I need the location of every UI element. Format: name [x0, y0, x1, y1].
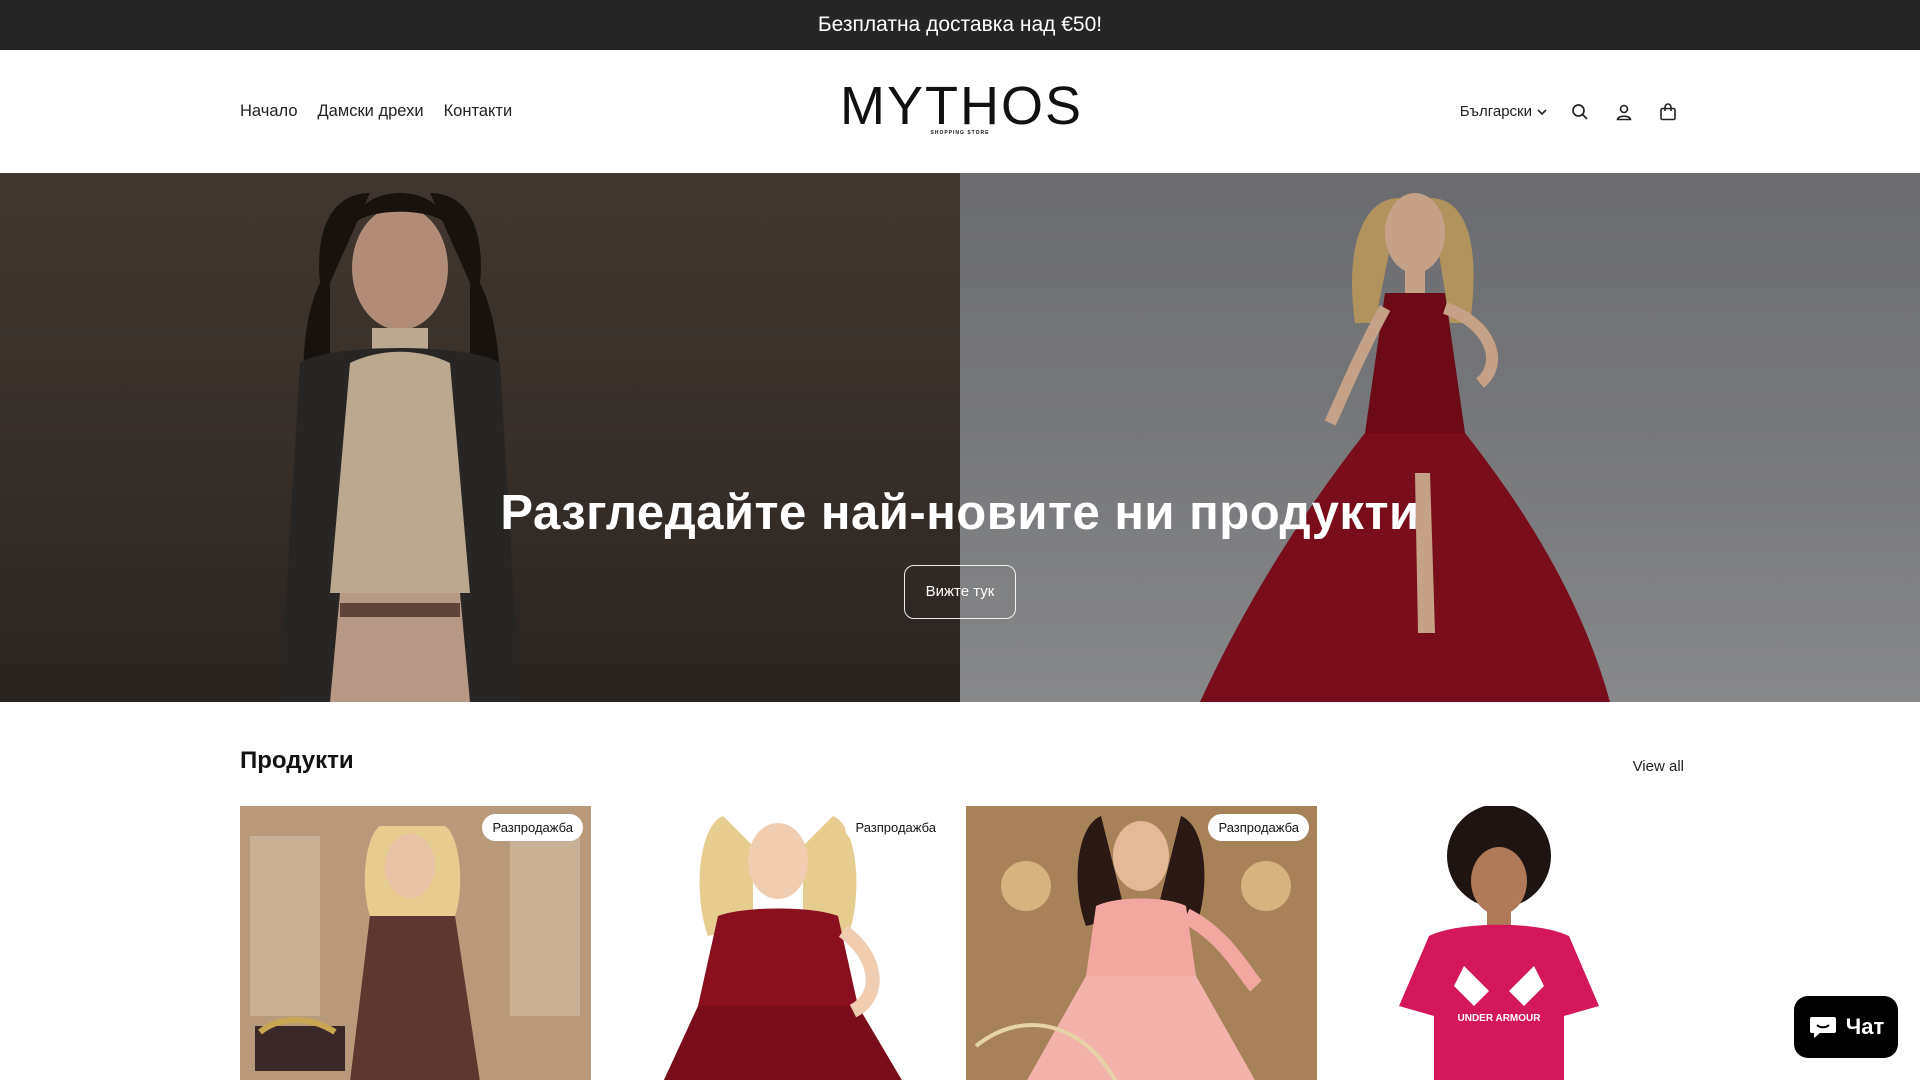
product-card[interactable]: Разпродажба — [603, 806, 954, 1080]
product-image — [966, 806, 1317, 1080]
hero-cta-button[interactable]: Вижте тук — [904, 565, 1016, 619]
product-card[interactable]: Разпродажба — [240, 806, 591, 1080]
nav-womens-clothing[interactable]: Дамски дрехи — [318, 102, 424, 121]
header-actions: Български — [1460, 50, 1680, 173]
products-section: Продукти View all Разпродажба Разпродажб… — [0, 702, 1920, 1080]
hero-overlay — [0, 173, 1920, 702]
announcement-text: Безплатна доставка над €50! — [817, 13, 1103, 36]
site-header: Начало Дамски дрехи Контакти MYTHOS SHOP… — [0, 50, 1920, 173]
language-selector[interactable]: Български — [1460, 103, 1548, 120]
products-title: Продукти — [240, 747, 354, 774]
announcement-bar: Безплатна доставка над €50! — [0, 0, 1920, 50]
search-icon — [1572, 103, 1588, 120]
nav-contacts[interactable]: Контакти — [444, 102, 513, 121]
product-card[interactable]: UNDER ARMOUR — [1329, 806, 1680, 1080]
main-nav: Начало Дамски дрехи Контакти — [240, 50, 512, 173]
account-icon — [1616, 104, 1632, 120]
account-button[interactable] — [1612, 100, 1636, 124]
nav-home[interactable]: Начало — [240, 102, 298, 121]
language-label: Български — [1459, 103, 1532, 120]
product-image: UNDER ARMOUR — [1329, 806, 1680, 1080]
sale-badge: Разпродажба — [482, 814, 583, 841]
shirt-print-text: UNDER ARMOUR — [1458, 1013, 1542, 1024]
cart-icon — [1660, 102, 1676, 120]
chat-label: Чат — [1845, 1014, 1885, 1039]
chat-button[interactable]: Чат — [1794, 996, 1898, 1058]
products-header: Продукти View all — [240, 702, 1684, 806]
chevron-down-icon — [1537, 108, 1547, 115]
view-all-link[interactable]: View all — [1633, 758, 1684, 775]
chat-icon — [1809, 1017, 1836, 1038]
hero-content: Разгледайте най-новите ни продукти Вижте… — [0, 485, 1920, 619]
product-grid: Разпродажба Разпродажба Разпродажба UNDE… — [240, 806, 1680, 1080]
hero-banner: Разгледайте най-новите ни продукти Вижте… — [0, 173, 1920, 702]
sale-badge: Разпродажба — [1208, 814, 1309, 841]
search-button[interactable] — [1568, 100, 1592, 124]
site-logo[interactable]: MYTHOS SHOPPING STORE — [840, 72, 1081, 152]
product-image — [240, 806, 591, 1080]
product-card[interactable]: Разпродажба — [966, 806, 1317, 1080]
product-image — [603, 806, 954, 1080]
hero-title: Разгледайте най-новите ни продукти — [500, 486, 1420, 540]
cart-button[interactable] — [1656, 100, 1680, 124]
sale-badge: Разпродажба — [845, 814, 946, 841]
